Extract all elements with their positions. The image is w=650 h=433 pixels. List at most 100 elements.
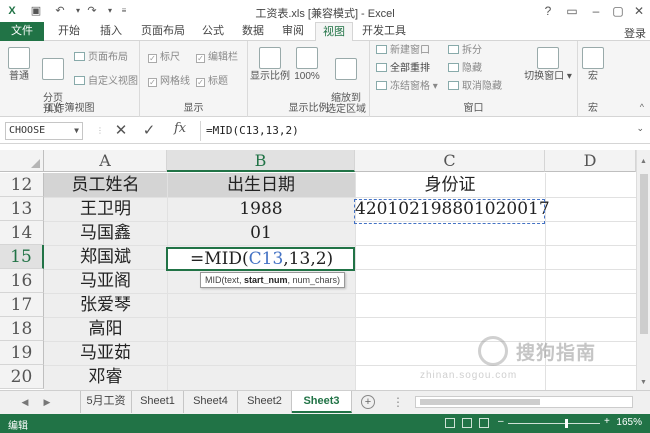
new-window-button[interactable]: 新建窗口 <box>376 44 430 58</box>
cell-a16[interactable]: 马亚阁 <box>44 269 167 293</box>
select-all-button[interactable] <box>0 150 44 172</box>
minimize-button[interactable]: – <box>585 2 607 20</box>
tab-view[interactable]: 视图 <box>315 22 353 42</box>
normal-view-button[interactable]: 普通 <box>4 47 34 82</box>
column-header-c[interactable]: C <box>355 150 545 172</box>
cancel-edit-button[interactable]: ✕ <box>112 122 130 139</box>
tab-file[interactable]: 文件 <box>0 22 44 41</box>
tab-review[interactable]: 审阅 <box>274 22 312 41</box>
tab-page-layout[interactable]: 页面布局 <box>134 22 192 41</box>
page-layout-icon[interactable] <box>462 418 472 428</box>
ribbon: 普通 分页 预览 页面布局 自定义视图 工作簿视图 ✓ 标尺 ✓ 编辑栏 ✓ 网格线 … <box>0 41 650 117</box>
tab-formulas[interactable]: 公式 <box>194 22 232 41</box>
sheet-tab[interactable]: Sheet1 <box>132 391 184 413</box>
cell-c12[interactable]: 身份证 <box>355 173 545 197</box>
row-header[interactable]: 16 <box>0 269 44 293</box>
zoom-in-icon[interactable]: + <box>604 416 610 427</box>
chevron-down-icon[interactable]: ▼ <box>74 123 79 139</box>
formula-bar: CHOOSE ▼ ⋮ ✕ ✓ fx =MID(C13,13,2) ⌄ <box>0 117 650 144</box>
tab-home[interactable]: 开始 <box>50 22 88 41</box>
arrange-all-button[interactable]: 全部重排 <box>376 62 430 76</box>
tab-data[interactable]: 数据 <box>234 22 272 41</box>
ruler-checkbox[interactable]: ✓ 标尺 <box>148 51 180 65</box>
zoom-out-icon[interactable]: – <box>498 416 504 427</box>
normal-view-icon[interactable] <box>445 418 455 428</box>
maximize-button[interactable]: ▢ <box>607 2 629 20</box>
headings-checkbox[interactable]: ✓ 标题 <box>196 75 228 89</box>
cell-a15[interactable]: 郑国斌 <box>44 245 167 269</box>
cell-a18[interactable]: 高阳 <box>44 317 167 341</box>
row-header[interactable]: 18 <box>0 317 44 341</box>
prev-sheet-icon[interactable]: ◀ <box>18 395 32 409</box>
page-layout-view-button[interactable]: 页面布局 <box>74 51 128 65</box>
column-header-a[interactable]: A <box>44 150 167 172</box>
scroll-up-icon[interactable]: ▲ <box>640 158 647 165</box>
formula-input[interactable]: =MID(C13,13,2) <box>200 121 632 141</box>
next-sheet-icon[interactable]: ▶ <box>40 395 54 409</box>
cell-b15-editing[interactable]: =MID(C13,13,2) <box>166 247 355 271</box>
row-header[interactable]: 17 <box>0 293 44 317</box>
unhide-button[interactable]: 取消隐藏 <box>448 80 502 94</box>
group-label: 工作簿视图 <box>44 103 95 114</box>
split-icon <box>448 45 459 54</box>
arrange-icon <box>376 63 387 72</box>
macros-button[interactable]: 宏 <box>580 47 606 82</box>
row-header[interactable]: 20 <box>0 365 44 389</box>
cell-a12[interactable]: 员工姓名 <box>44 173 167 197</box>
collapse-ribbon-icon[interactable]: ^ <box>640 102 644 112</box>
custom-views-button[interactable]: 自定义视图 <box>74 75 138 89</box>
sheet-tab[interactable]: 5月工资 <box>80 391 132 413</box>
sheet-tab[interactable]: Sheet2 <box>238 391 292 413</box>
split-button[interactable]: 拆分 <box>448 44 482 58</box>
gridlines-checkbox[interactable]: ✓ 网格线 <box>148 75 190 89</box>
horizontal-scrollbar[interactable] <box>415 396 633 408</box>
enter-button[interactable]: ✓ <box>140 122 158 139</box>
zoom-100-button[interactable]: 100% <box>292 47 322 82</box>
row-header[interactable]: 12 <box>0 173 44 197</box>
sheet-tab-active[interactable]: Sheet3 <box>292 391 352 413</box>
sheet-tab[interactable]: Sheet4 <box>184 391 238 413</box>
page-break-icon[interactable] <box>479 418 489 428</box>
cell-c13[interactable]: 420102198801020017 <box>355 197 550 221</box>
cell-b13[interactable]: 1988 <box>167 197 355 221</box>
name-box[interactable]: CHOOSE ▼ <box>5 122 83 140</box>
insert-function-button[interactable]: fx <box>174 121 186 136</box>
vertical-scrollbar[interactable]: ▲ ▼ <box>636 150 650 390</box>
ribbon-display-button[interactable]: ▭ <box>561 2 583 20</box>
column-header-d[interactable]: D <box>545 150 636 172</box>
cell-a20[interactable]: 邓睿 <box>44 365 167 389</box>
tab-developer[interactable]: 开发工具 <box>358 22 410 41</box>
zoom-button[interactable]: 显示比例 <box>250 47 290 82</box>
zoom-slider-knob[interactable] <box>565 419 568 428</box>
zoom-100-icon <box>296 47 318 69</box>
row-header[interactable]: 13 <box>0 197 44 221</box>
cell-b14[interactable]: 01 <box>167 221 355 245</box>
cell-a17[interactable]: 张爱琴 <box>44 293 167 317</box>
cell-b12[interactable]: 出生日期 <box>167 173 355 197</box>
zoom-slider[interactable] <box>508 423 600 424</box>
scroll-down-icon[interactable]: ▼ <box>640 379 647 386</box>
close-button[interactable]: ✕ <box>628 2 650 20</box>
tab-insert[interactable]: 插入 <box>92 22 130 41</box>
row-header[interactable]: 14 <box>0 221 44 245</box>
expand-formula-bar-icon[interactable]: ⌄ <box>636 123 644 134</box>
cell-a14[interactable]: 马国鑫 <box>44 221 167 245</box>
hide-button[interactable]: 隐藏 <box>448 62 482 76</box>
freeze-panes-button[interactable]: 冻结窗格 ▾ <box>376 80 438 94</box>
formula-bar-checkbox[interactable]: ✓ 编辑栏 <box>196 51 238 65</box>
cell-a19[interactable]: 马亚茹 <box>44 341 167 365</box>
group-label: 显示 <box>183 103 204 114</box>
switch-windows-icon <box>537 47 559 69</box>
row-header[interactable]: 15 <box>0 245 44 269</box>
scroll-thumb[interactable] <box>640 174 648 334</box>
add-sheet-button[interactable]: + <box>361 395 375 409</box>
signin-link[interactable]: 登录 <box>624 25 646 41</box>
freeze-icon <box>376 81 387 90</box>
help-button[interactable]: ? <box>537 2 559 20</box>
zoom-level[interactable]: 165% <box>616 417 642 428</box>
switch-windows-button[interactable]: 切换窗口 ▾ <box>522 47 574 82</box>
row-header[interactable]: 19 <box>0 341 44 365</box>
scroll-thumb[interactable] <box>420 399 540 405</box>
cell-a13[interactable]: 王卫明 <box>44 197 167 221</box>
column-header-b[interactable]: B <box>167 150 355 172</box>
